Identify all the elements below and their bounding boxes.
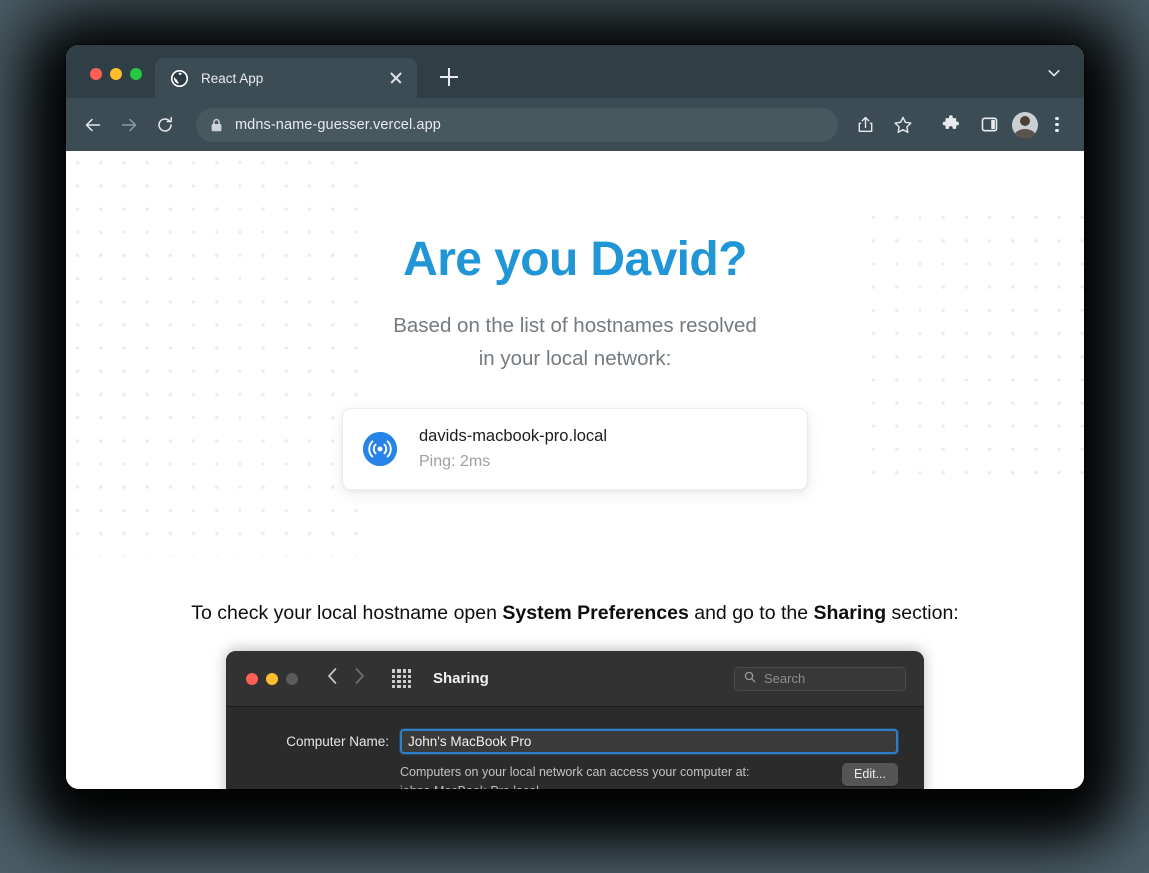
macos-traffic-lights xyxy=(246,672,298,685)
macos-search-placeholder: Search xyxy=(764,671,806,687)
browser-window: React App mdns-name-guesser.vercel.app A… xyxy=(66,45,1084,789)
computer-name-row: Computer Name: John's MacBook Pro xyxy=(252,729,898,755)
window-maximize-button[interactable] xyxy=(130,68,142,80)
star-icon[interactable] xyxy=(886,108,920,142)
local-network-help-text: Computers on your local network can acce… xyxy=(400,763,832,789)
toolbar-actions xyxy=(848,108,1070,142)
macos-titlebar: Sharing Search xyxy=(226,651,924,708)
address-bar[interactable]: mdns-name-guesser.vercel.app xyxy=(196,107,838,142)
local-network-hostname: johns-MacBook-Pro.local xyxy=(400,782,832,789)
reload-icon[interactable] xyxy=(148,108,182,142)
hero-section: Are you David? Based on the list of host… xyxy=(66,151,1084,491)
forward-arrow-icon[interactable] xyxy=(112,108,146,142)
browser-tab-react-app[interactable]: React App xyxy=(155,58,417,98)
hostname-ping: Ping: 2ms xyxy=(419,453,491,471)
browser-tab-strip: React App xyxy=(66,45,1084,98)
macos-search-field[interactable]: Search xyxy=(734,666,906,691)
page-subtitle-line-2: in your local network: xyxy=(478,346,672,370)
browser-tab-title: React App xyxy=(201,70,264,86)
window-traffic-lights xyxy=(66,68,142,98)
macos-window-title: Sharing xyxy=(433,670,489,688)
macos-sharing-window-screenshot: Sharing Search Computer Name: John's Mac… xyxy=(226,651,924,789)
broadcast-signal-icon xyxy=(363,432,397,467)
web-page-content: Are you David? Based on the list of host… xyxy=(66,151,1084,789)
macos-minimize-button[interactable] xyxy=(266,672,278,685)
hostname-value: davids-macbook-pro.local xyxy=(419,427,608,446)
screenshot-stage: React App mdns-name-guesser.vercel.app A… xyxy=(0,0,1149,873)
lock-icon xyxy=(210,118,223,132)
back-arrow-icon[interactable] xyxy=(76,108,110,142)
chevron-right-icon[interactable] xyxy=(353,667,366,690)
window-close-button[interactable] xyxy=(90,68,102,80)
instructions-part-2: and go to the xyxy=(688,602,814,625)
instructions-part-1: To check your local hostname open xyxy=(191,602,503,625)
chevron-left-icon[interactable] xyxy=(326,667,339,690)
avatar-head xyxy=(1020,115,1030,126)
show-all-grid-icon[interactable] xyxy=(392,669,411,689)
close-icon[interactable] xyxy=(387,69,405,87)
hostname-card-text: davids-macbook-pro.local Ping: 2ms xyxy=(419,425,607,473)
local-network-help-line-1: Computers on your local network can acce… xyxy=(400,765,750,780)
computer-name-input[interactable]: John's MacBook Pro xyxy=(400,729,898,755)
edit-button[interactable]: Edit... xyxy=(842,763,898,787)
window-minimize-button[interactable] xyxy=(110,68,122,80)
kebab-menu-icon[interactable] xyxy=(1044,108,1070,142)
globe-icon xyxy=(171,69,188,87)
address-bar-url: mdns-name-guesser.vercel.app xyxy=(235,116,441,133)
page-subtitle: Based on the list of hostnames resolved … xyxy=(66,310,1084,375)
instructions-text: To check your local hostname open System… xyxy=(66,602,1084,625)
hostname-card[interactable]: davids-macbook-pro.local Ping: 2ms xyxy=(342,408,808,491)
computer-name-help-row: Computers on your local network can acce… xyxy=(252,763,898,789)
browser-toolbar: mdns-name-guesser.vercel.app xyxy=(66,98,1084,151)
side-panel-icon[interactable] xyxy=(972,108,1006,142)
avatar[interactable] xyxy=(1012,111,1038,138)
macos-close-button[interactable] xyxy=(246,672,258,685)
avatar-body xyxy=(1014,128,1036,138)
computer-name-value: John's MacBook Pro xyxy=(408,734,532,750)
macos-nav-buttons xyxy=(326,667,366,690)
new-tab-button[interactable] xyxy=(435,63,463,91)
page-subtitle-line-1: Based on the list of hostnames resolved xyxy=(393,314,757,338)
macos-sharing-body: Computer Name: John's MacBook Pro Comput… xyxy=(226,707,924,789)
share-icon[interactable] xyxy=(848,108,882,142)
search-icon xyxy=(744,670,756,688)
chevron-down-icon[interactable] xyxy=(1042,61,1066,85)
instructions-part-3: section: xyxy=(886,602,959,625)
macos-maximize-button-disabled xyxy=(286,672,298,685)
computer-name-label: Computer Name: xyxy=(286,734,389,750)
puzzle-piece-icon[interactable] xyxy=(934,108,968,142)
instructions-bold-sharing: Sharing xyxy=(813,602,887,625)
page-title: Are you David? xyxy=(403,233,747,286)
instructions-bold-system-preferences: System Preferences xyxy=(502,602,689,625)
